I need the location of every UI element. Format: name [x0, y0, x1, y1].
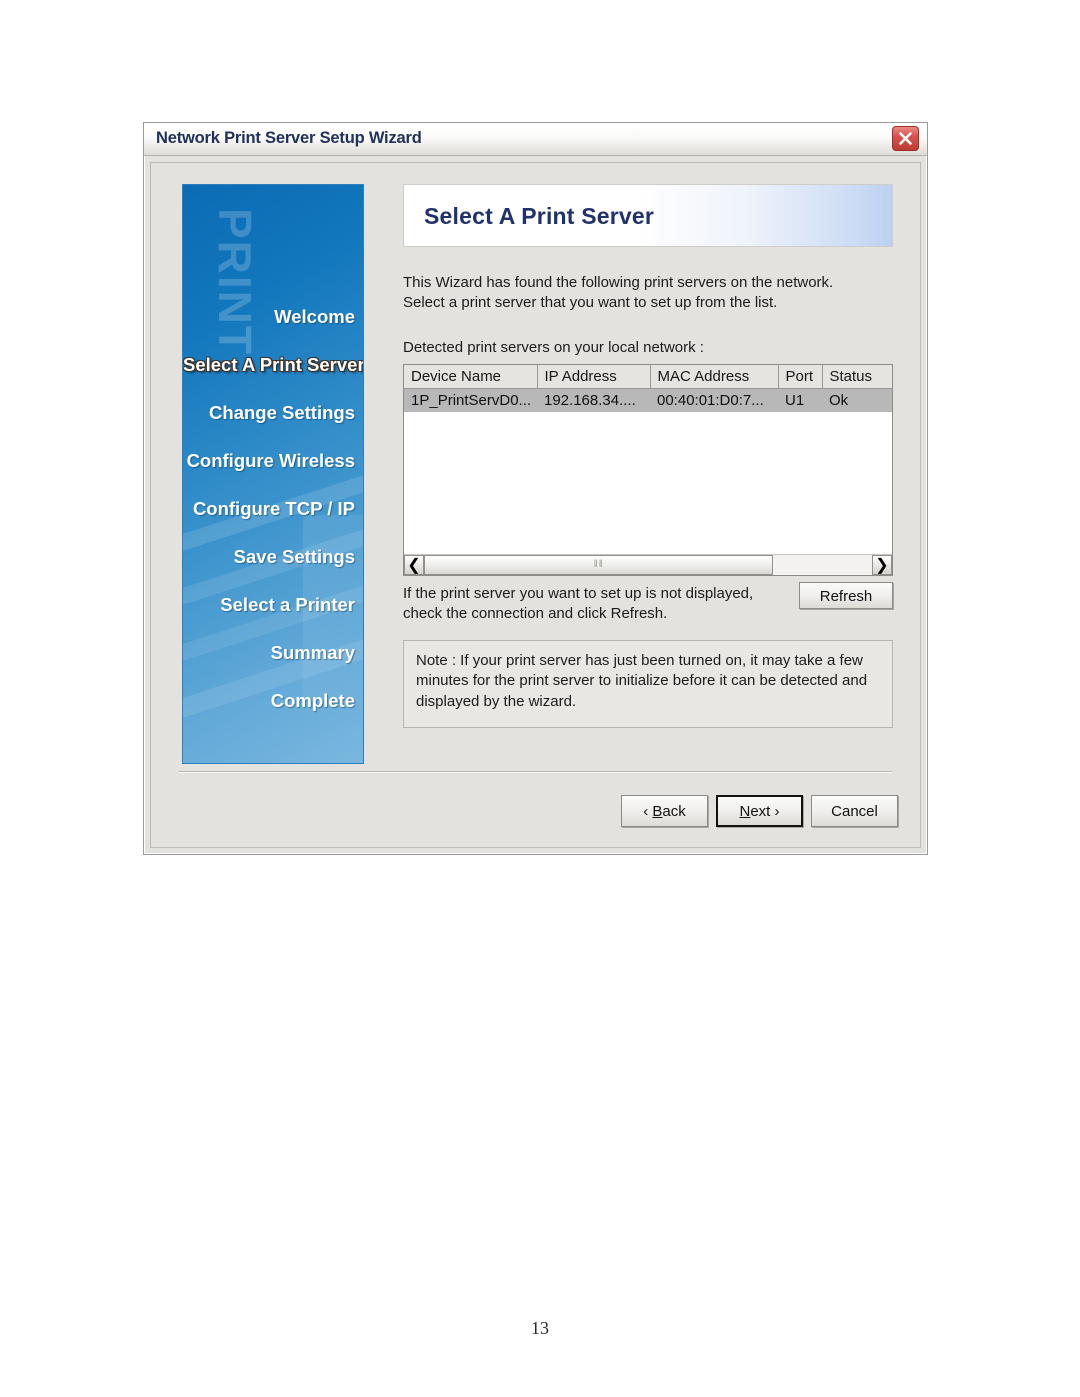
sidebar-item-save-settings[interactable]: Save Settings	[183, 533, 363, 581]
back-button[interactable]: ‹ Back	[621, 795, 708, 827]
sidebar-item-welcome[interactable]: Welcome	[183, 293, 363, 341]
wizard-content-panel: Select A Print Server This Wizard has fo…	[403, 184, 893, 728]
sidebar-item-select-a-print-server[interactable]: Select A Print Server	[183, 341, 363, 389]
sidebar-item-configure-wireless[interactable]: Configure Wireless	[183, 437, 363, 485]
refresh-hint-text: If the print server you want to set up i…	[403, 584, 754, 622]
cancel-button[interactable]: Cancel	[811, 795, 898, 827]
sidebar-item-change-settings[interactable]: Change Settings	[183, 389, 363, 437]
footer-button-group: ‹ Back Next › Cancel	[621, 795, 898, 827]
sidebar-item-configure-tcp-ip[interactable]: Configure TCP / IP	[183, 485, 363, 533]
horizontal-scrollbar[interactable]: ❮ ‖‖ ❯	[404, 553, 892, 575]
note-text: Note : If your print server has just bee…	[416, 651, 868, 710]
column-header-ip-address[interactable]: IP Address	[537, 364, 651, 389]
scrollbar-thumb[interactable]: ‖‖	[424, 554, 774, 575]
cell-mac-address: 00:40:01:D0:7...	[650, 388, 778, 413]
intro-text: This Wizard has found the following prin…	[403, 274, 834, 311]
column-header-port[interactable]: Port	[778, 364, 823, 389]
note-box: Note : If your print server has just bee…	[403, 639, 893, 728]
detected-servers-label: Detected print servers on your local net…	[403, 338, 704, 356]
sidebar-item-select-a-printer[interactable]: Select a Printer	[183, 581, 363, 629]
print-server-table: Device Name IP Address MAC Address Port …	[404, 364, 892, 413]
cell-port: U1	[778, 388, 822, 413]
sidebar-step-list: Welcome Select A Print Server Change Set…	[183, 293, 363, 725]
scrollbar-track[interactable]: ‖‖	[424, 554, 872, 575]
scrollbar-grip-icon: ‖‖	[593, 558, 604, 570]
wizard-steps-sidebar: PRINT Welcome Select A Print Server Chan…	[182, 184, 364, 764]
scroll-left-arrow-icon[interactable]: ❮	[404, 554, 424, 575]
cell-device-name: 1P_PrintServD0...	[404, 388, 537, 413]
column-header-device-name[interactable]: Device Name	[404, 364, 538, 389]
refresh-row: If the print server you want to set up i…	[403, 581, 893, 624]
scroll-right-arrow-icon[interactable]: ❯	[872, 554, 892, 575]
next-label-suffix: ext ›	[750, 803, 780, 820]
table-header-row: Device Name IP Address MAC Address Port …	[404, 364, 892, 389]
page-title: Select A Print Server	[424, 203, 655, 229]
back-label-suffix: ack	[662, 803, 686, 820]
next-button[interactable]: Next ›	[716, 795, 803, 827]
next-accelerator: N	[739, 803, 751, 820]
refresh-button[interactable]: Refresh	[799, 581, 893, 609]
table-row[interactable]: 1P_PrintServD0... 192.168.34.... 00:40:0…	[404, 388, 892, 413]
sidebar-item-summary[interactable]: Summary	[183, 629, 363, 677]
title-bar: Network Print Server Setup Wizard	[144, 123, 927, 156]
column-header-mac-address[interactable]: MAC Address	[650, 364, 779, 389]
page-number: 13	[531, 1318, 549, 1338]
print-server-list[interactable]: Device Name IP Address MAC Address Port …	[403, 363, 893, 576]
close-icon[interactable]	[892, 126, 919, 151]
sidebar-item-complete[interactable]: Complete	[183, 677, 363, 725]
wizard-dialog: Network Print Server Setup Wizard PRINT …	[143, 122, 928, 855]
cell-ip-address: 192.168.34....	[537, 388, 650, 413]
cell-status: Ok	[822, 388, 892, 413]
dialog-client-area: PRINT Welcome Select A Print Server Chan…	[150, 162, 921, 848]
page-banner: Select A Print Server	[403, 184, 893, 247]
back-accelerator: B	[652, 803, 663, 820]
column-header-status[interactable]: Status	[822, 364, 892, 389]
window-title: Network Print Server Setup Wizard	[156, 129, 422, 147]
footer-divider	[179, 771, 892, 773]
